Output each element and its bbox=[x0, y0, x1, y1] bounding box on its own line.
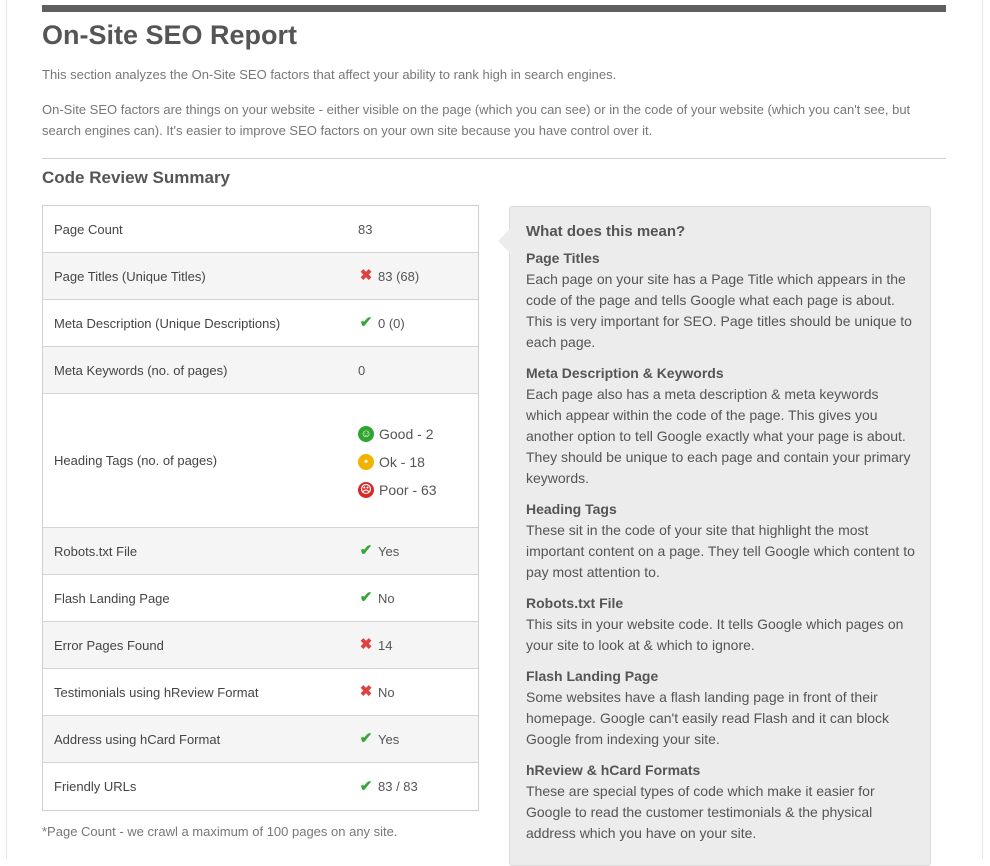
desc-robots: This sits in your website code. It tells… bbox=[526, 616, 904, 653]
explanation-panel: What does this mean? Page Titles Each pa… bbox=[498, 206, 931, 866]
heading-poor: ☹ Poor - 63 bbox=[358, 481, 437, 498]
desc-page-titles: Each page on your site has a Page Title … bbox=[526, 271, 912, 350]
table-row-page-titles: Page Titles (Unique Titles) ✖ 83 (68) bbox=[43, 253, 478, 300]
row-label: Page Titles (Unique Titles) bbox=[54, 268, 206, 284]
desc-heading-tags: These sit in the code of your site that … bbox=[526, 522, 915, 580]
table-row-meta-keywords: Meta Keywords (no. of pages) 0 bbox=[43, 347, 478, 394]
desc-flash: Some websites have a flash landing page … bbox=[526, 689, 890, 747]
row-value: ✔ 0 (0) bbox=[358, 314, 405, 331]
check-icon: ✔ bbox=[359, 777, 373, 795]
table-row-hcard: Address using hCard Format ✔ Yes bbox=[43, 716, 478, 763]
value-text: Yes bbox=[378, 731, 400, 747]
intro-text-1: This section analyzes the On-Site SEO fa… bbox=[42, 67, 617, 82]
panel-title: What does this mean? bbox=[526, 223, 686, 240]
intro-text-2: On-Site SEO factors are things on your w… bbox=[42, 102, 911, 138]
row-label: Robots.txt File bbox=[54, 543, 138, 559]
smile-icon: ☺ bbox=[358, 425, 374, 442]
row-value: 83 bbox=[358, 222, 372, 237]
top-bar bbox=[42, 5, 946, 12]
cross-icon: ✖ bbox=[359, 636, 373, 653]
row-value: ✔ No bbox=[358, 589, 395, 606]
term-hreview-hcard: hReview & hCard Formats bbox=[526, 762, 701, 778]
desc-hreview-hcard: These are special types of code which ma… bbox=[526, 783, 875, 841]
row-value: ✖ 83 (68) bbox=[358, 267, 420, 284]
row-value: 0 bbox=[358, 363, 365, 378]
term-flash: Flash Landing Page bbox=[526, 668, 659, 684]
table-row-heading-tags: Heading Tags (no. of pages) ☺ Good - 2 • O… bbox=[43, 394, 478, 528]
table-row-robots: Robots.txt File ✔ Yes bbox=[43, 528, 478, 575]
value-text: 83 / 83 bbox=[378, 779, 418, 794]
row-label: Address using hCard Format bbox=[54, 731, 221, 747]
heading-good: ☺ Good - 2 bbox=[358, 425, 437, 442]
table-row-hreview: Testimonials using hReview Format ✖ No bbox=[43, 669, 478, 716]
row-value: ✔ Yes bbox=[358, 542, 400, 559]
term-meta: Meta Description & Keywords bbox=[526, 365, 724, 381]
value-text: 83 bbox=[358, 221, 373, 237]
section-title: Code Review Summary bbox=[42, 168, 231, 187]
summary-table: Page Count 83 Page Titles (Unique Titles… bbox=[42, 205, 479, 811]
footnote: *Page Count - we crawl a maximum of 100 … bbox=[42, 824, 398, 839]
check-icon: ✔ bbox=[359, 589, 373, 606]
row-label: Page Count bbox=[54, 221, 123, 237]
table-row-error-pages: Error Pages Found ✖ 14 bbox=[43, 622, 478, 669]
check-icon: ✔ bbox=[359, 542, 373, 559]
table-row-flash: Flash Landing Page ✔ No bbox=[43, 575, 478, 622]
heading-ok: • Ok - 18 bbox=[358, 453, 437, 470]
row-value: ✖ No bbox=[358, 683, 395, 700]
value-text: No bbox=[378, 590, 395, 606]
row-label: Flash Landing Page bbox=[54, 590, 170, 606]
table-row-meta-description: Meta Description (Unique Descriptions) ✔… bbox=[43, 300, 478, 347]
sad-face-icon: ☹ bbox=[358, 481, 374, 498]
row-label: Friendly URLs bbox=[54, 779, 137, 794]
divider bbox=[42, 158, 946, 159]
value-text: 83 (68) bbox=[378, 268, 420, 284]
row-value: ✔ Yes bbox=[358, 730, 400, 747]
row-label: Meta Keywords (no. of pages) bbox=[54, 362, 228, 378]
table-row-friendly-urls: Friendly URLs ✔ 83 / 83 bbox=[43, 763, 478, 810]
row-value: ✔ 83 / 83 bbox=[358, 777, 418, 795]
term-robots: Robots.txt File bbox=[526, 595, 624, 611]
row-label: Testimonials using hReview Format bbox=[54, 684, 259, 700]
check-icon: ✔ bbox=[359, 314, 373, 331]
cross-icon: ✖ bbox=[359, 267, 373, 284]
row-value: ✖ 14 bbox=[358, 636, 393, 653]
cross-icon: ✖ bbox=[359, 683, 373, 700]
check-icon: ✔ bbox=[359, 730, 373, 747]
term-page-titles: Page Titles bbox=[526, 250, 600, 266]
heading-tags-list: ☺ Good - 2 • Ok - 18 ☹ Poor - 63 bbox=[358, 424, 437, 498]
desc-meta: Each page also has a meta description & … bbox=[526, 386, 911, 486]
row-value: ☺ Good - 2 • Ok - 18 ☹ Poor - 63 bbox=[358, 424, 437, 498]
value-text: No bbox=[378, 684, 395, 700]
value-text: 0 (0) bbox=[378, 315, 405, 331]
row-label: Error Pages Found bbox=[54, 637, 164, 653]
value-text: 0 bbox=[358, 362, 366, 378]
row-label: Heading Tags (no. of pages) bbox=[54, 453, 218, 468]
value-text: 14 bbox=[378, 637, 393, 653]
value-text: Ok - 18 bbox=[379, 453, 425, 470]
value-text: Good - 2 bbox=[379, 425, 434, 442]
table-row-page-count: Page Count 83 bbox=[43, 206, 478, 253]
value-text: Yes bbox=[378, 543, 400, 559]
neutral-face-icon: • bbox=[358, 453, 374, 470]
page-title: On-Site SEO Report bbox=[42, 20, 298, 50]
row-label: Meta Description (Unique Descriptions) bbox=[54, 315, 281, 331]
term-heading-tags: Heading Tags bbox=[526, 501, 617, 517]
value-text: Poor - 63 bbox=[379, 481, 437, 498]
